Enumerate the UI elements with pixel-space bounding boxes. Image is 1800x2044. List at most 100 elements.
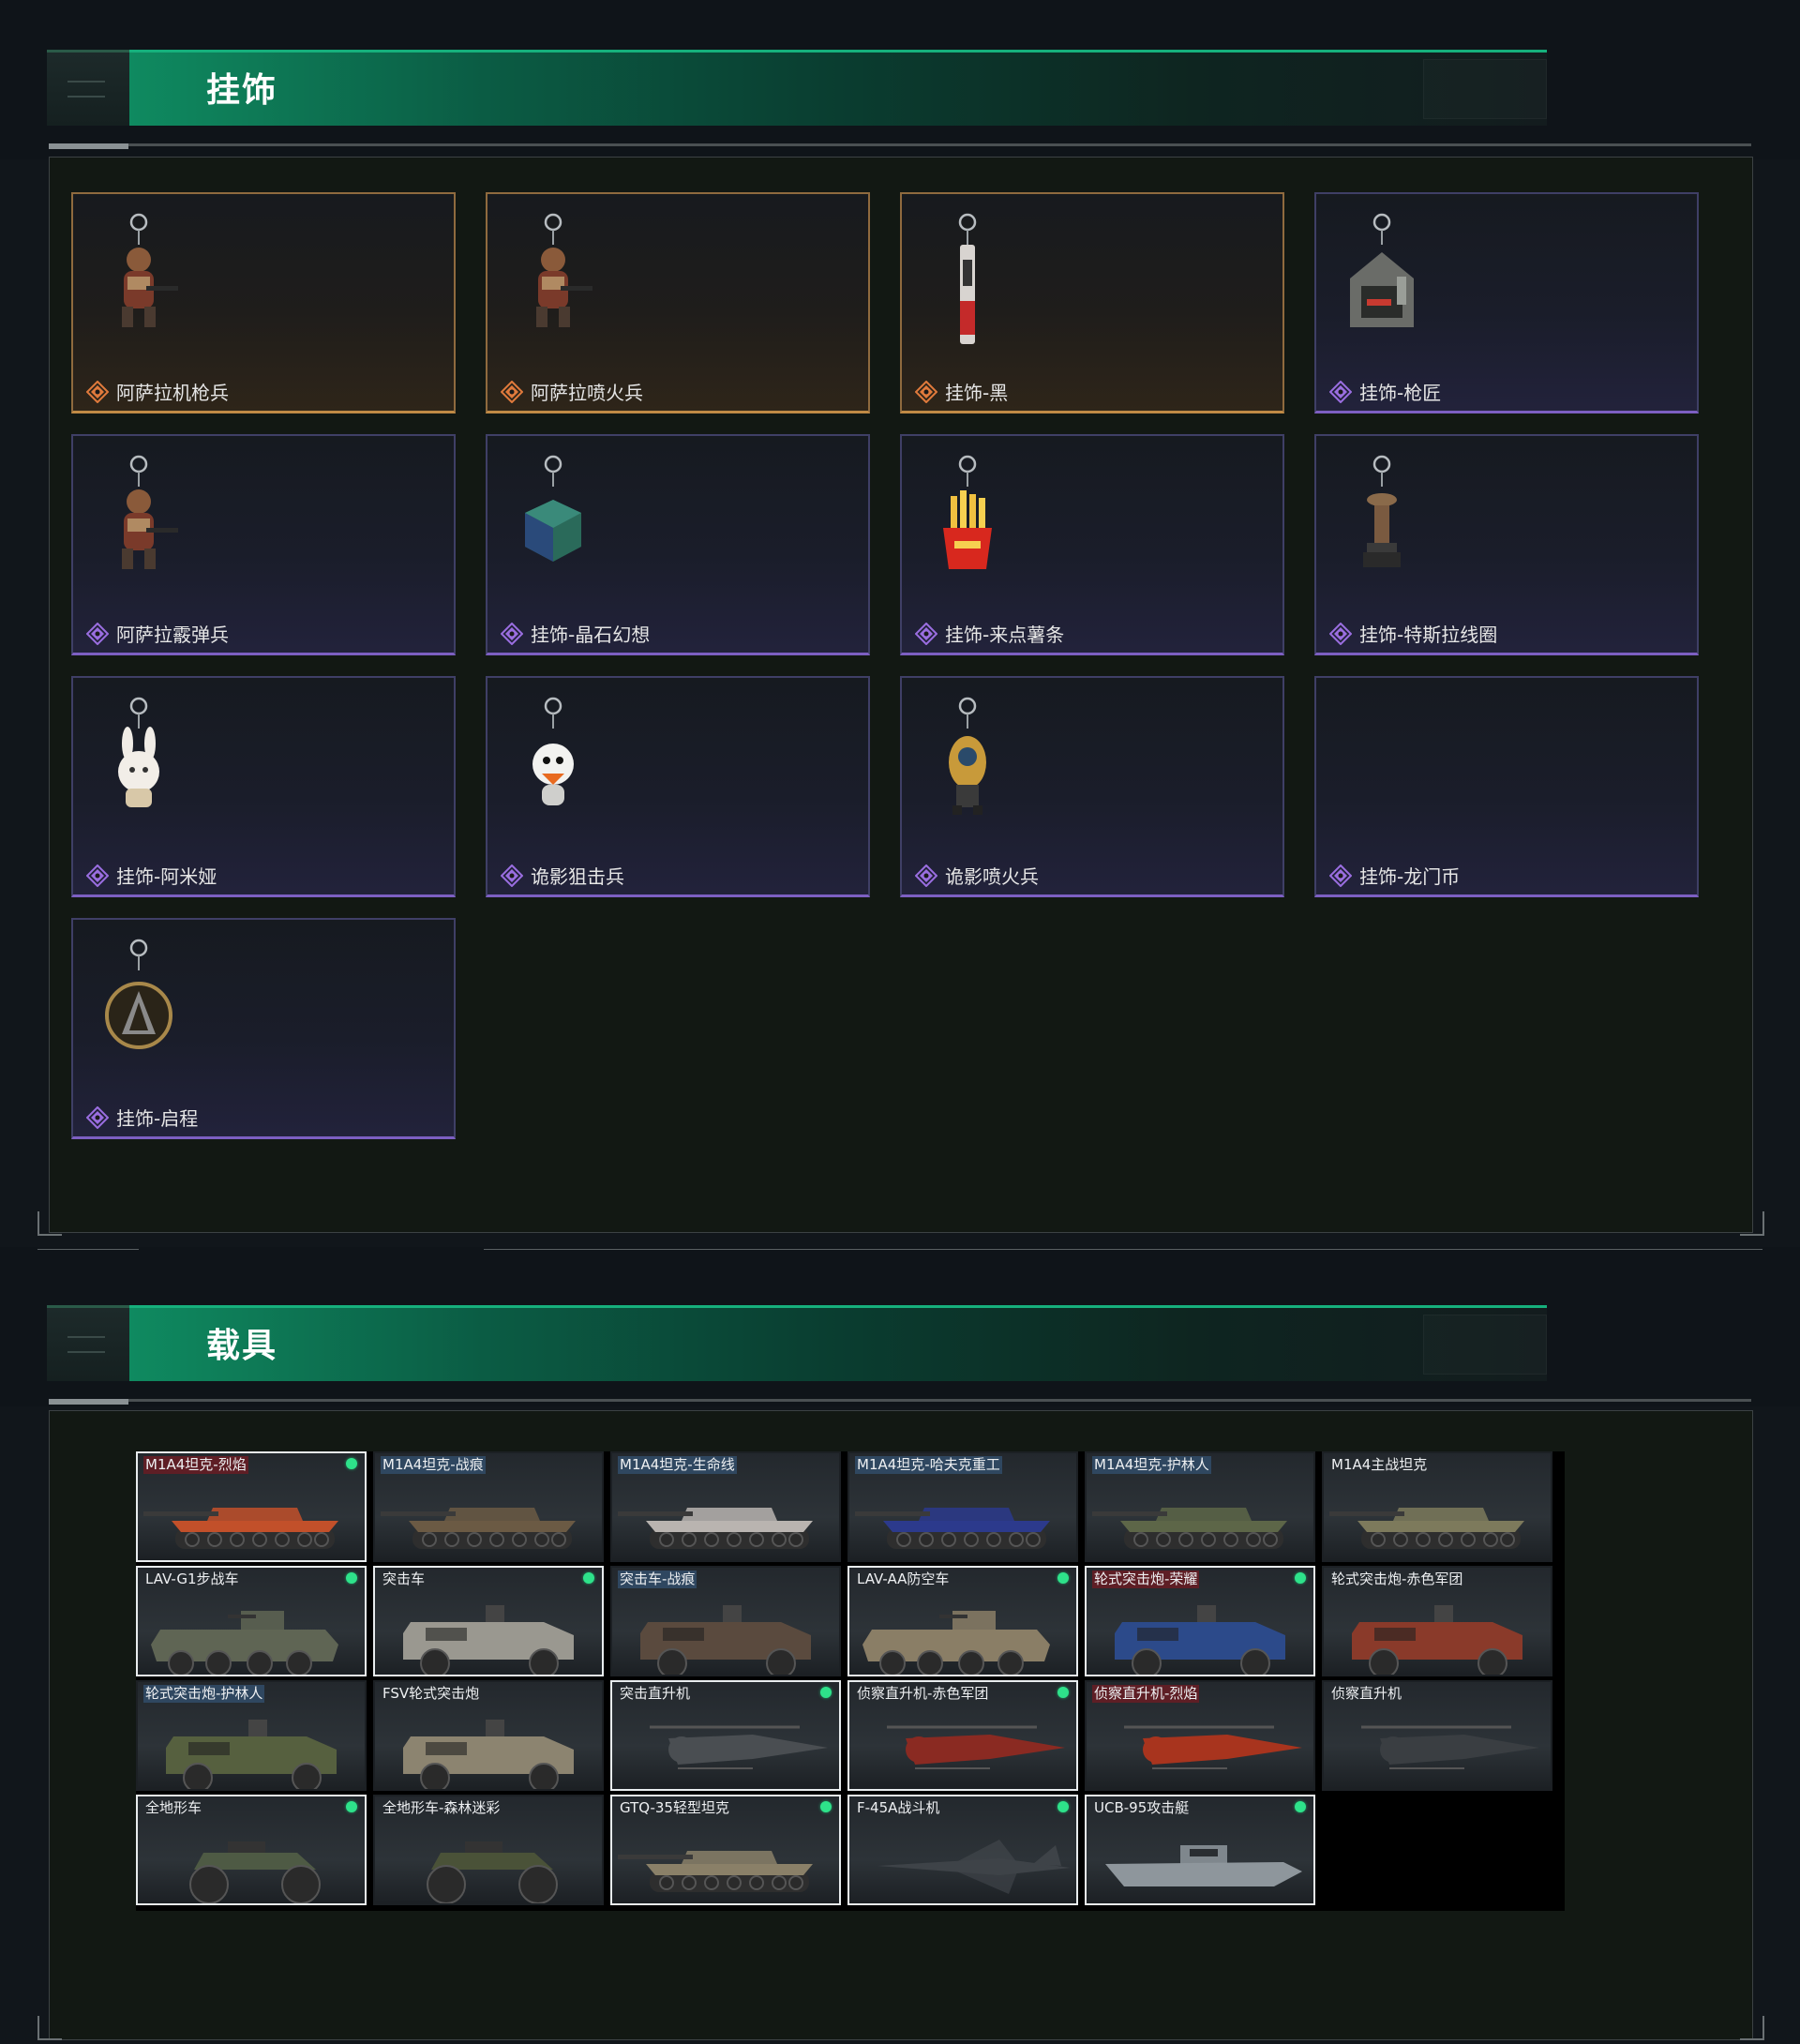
pendant-name: 挂饰-晶石幻想 [531, 624, 651, 646]
pendant-label: 阿萨拉喷火兵 [501, 378, 643, 405]
panel-edge-line [484, 1249, 1762, 1250]
pendant-name: 挂饰-黑 [945, 382, 1009, 404]
soldier-pendant-icon [122, 213, 178, 327]
owned-status-dot [820, 1801, 832, 1812]
rarity-diamond-icon [1329, 380, 1352, 403]
vehicle-name: M1A4坦克-战痕 [381, 1456, 486, 1474]
owned-status-dot [1058, 1801, 1069, 1812]
pendant-card[interactable]: 诡影狙击兵 [486, 676, 870, 897]
owned-status-dot [346, 1572, 357, 1584]
vehicle-card[interactable]: GTQ-35轻型坦克 [610, 1795, 841, 1905]
truck-vehicle-icon [1352, 1605, 1522, 1675]
vehicle-card[interactable]: 突击直升机 [610, 1680, 841, 1791]
section-divider [49, 1399, 1751, 1405]
divider-accent [49, 1399, 128, 1405]
pendant-label: 诡影喷火兵 [915, 862, 1039, 889]
fries-pendant-icon [943, 455, 992, 569]
vehicle-card[interactable]: 突击车-战痕 [610, 1566, 841, 1676]
vehicle-card[interactable]: M1A4坦克-烈焰 [136, 1451, 367, 1562]
panel-corner [38, 1211, 62, 1236]
pendant-card[interactable]: 挂饰-晶石幻想 [486, 434, 870, 655]
vehicle-name: M1A4坦克-烈焰 [143, 1456, 248, 1474]
pendant-card[interactable]: 挂饰-阿米娅 [71, 676, 456, 897]
pendant-card[interactable]: 诡影喷火兵 [900, 676, 1284, 897]
vehicle-card[interactable]: 轮式突击炮-赤色军团 [1322, 1566, 1552, 1676]
pendant-name: 挂饰-龙门币 [1359, 865, 1461, 888]
vehicle-card[interactable]: M1A4主战坦克 [1322, 1451, 1552, 1562]
vehicle-name: 突击车-战痕 [618, 1571, 698, 1588]
pendant-card[interactable]: 挂饰-特斯拉线圈 [1314, 434, 1699, 655]
vehicle-card[interactable]: 轮式突击炮-护林人 [136, 1680, 367, 1791]
vehicle-card[interactable]: 侦察直升机 [1322, 1680, 1552, 1791]
vehicle-card[interactable]: FSV轮式突击炮 [373, 1680, 604, 1791]
vehicle-name: UCB-95攻击艇 [1094, 1799, 1190, 1816]
pendant-name: 挂饰-启程 [116, 1107, 199, 1130]
vehicle-card[interactable]: M1A4坦克-战痕 [373, 1451, 604, 1562]
vehicle-name: 侦察直升机-赤色军团 [857, 1685, 989, 1702]
header-stub [47, 50, 129, 126]
pendant-label: 挂饰-特斯拉线圈 [1329, 620, 1497, 647]
vehicle-card[interactable]: 侦察直升机-烈焰 [1085, 1680, 1315, 1791]
vehicle-card[interactable]: 突击车 [373, 1566, 604, 1676]
rarity-diamond-icon [501, 622, 523, 645]
atv-vehicle-icon [427, 1841, 558, 1903]
rarity-diamond-icon [86, 380, 109, 403]
tank-vehicle-icon [618, 1508, 813, 1549]
pendant-card[interactable]: 阿萨拉霰弹兵 [71, 434, 456, 655]
tank-vehicle-icon [618, 1851, 813, 1892]
pendant-card[interactable]: 挂饰-启程 [71, 918, 456, 1139]
pendant-card[interactable]: 阿萨拉喷火兵 [486, 192, 870, 413]
vehicle-card[interactable]: 轮式突击炮-荣耀 [1085, 1566, 1315, 1676]
pendant-name: 阿萨拉霰弹兵 [116, 624, 229, 646]
boat-vehicle-icon [1105, 1845, 1302, 1886]
rarity-diamond-icon [501, 380, 523, 403]
vehicle-name: 突击车 [382, 1571, 426, 1587]
pendant-label: 挂饰-启程 [86, 1104, 198, 1131]
heli-vehicle-icon [887, 1725, 1065, 1769]
tank-vehicle-icon [1329, 1508, 1524, 1549]
pendant-label: 阿萨拉机枪兵 [86, 378, 229, 405]
vehicle-card[interactable]: F-45A战斗机 [848, 1795, 1078, 1905]
panel-edge-line [38, 1249, 139, 1250]
header-bar [129, 1305, 1547, 1381]
vehicle-card[interactable]: 侦察直升机-赤色军团 [848, 1680, 1078, 1791]
flame-soldier-pendant-icon [949, 697, 986, 815]
pendant-card[interactable]: 挂饰-黑 [900, 192, 1284, 413]
knife-pendant-icon [958, 213, 977, 344]
pendant-card[interactable]: 挂饰-龙门币 [1314, 676, 1699, 897]
rarity-diamond-icon [1329, 622, 1352, 645]
rarity-diamond-icon [915, 380, 938, 403]
atv-vehicle-icon [189, 1841, 321, 1903]
medal-pendant-icon [105, 939, 172, 1049]
vehicle-name: FSV轮式突击炮 [382, 1685, 480, 1702]
vehicle-card[interactable]: LAV-G1步战车 [136, 1566, 367, 1676]
vehicle-card[interactable]: 全地形车-森林迷彩 [373, 1795, 604, 1905]
toolbox-pendant-icon [1350, 213, 1414, 327]
header-decoration [1423, 59, 1547, 119]
pendant-name: 阿萨拉机枪兵 [116, 382, 229, 404]
vehicle-name: F-45A战斗机 [857, 1799, 940, 1816]
pendant-name: 挂饰-枪匠 [1359, 382, 1442, 404]
cube-pendant-icon [525, 455, 581, 562]
vehicle-card[interactable]: 全地形车 [136, 1795, 367, 1905]
pendant-card[interactable]: 阿萨拉机枪兵 [71, 192, 456, 413]
vehicle-card[interactable]: LAV-AA防空车 [848, 1566, 1078, 1676]
pendant-name: 挂饰-来点薯条 [945, 624, 1065, 646]
owned-status-dot [346, 1801, 357, 1812]
coin-pendant-icon [1316, 695, 1448, 835]
pendant-name: 诡影狙击兵 [531, 865, 624, 888]
vehicle-card[interactable]: M1A4坦克-护林人 [1085, 1451, 1315, 1562]
owned-status-dot [1295, 1572, 1306, 1584]
pendant-name: 阿萨拉喷火兵 [531, 382, 643, 404]
section-header-pendants: 挂饰 [47, 50, 1547, 126]
rarity-diamond-icon [501, 864, 523, 887]
heli-vehicle-icon [1124, 1725, 1302, 1769]
owned-status-dot [1295, 1801, 1306, 1812]
section-title: 挂饰 [206, 71, 278, 110]
vehicle-card[interactable]: M1A4坦克-哈夫克重工 [848, 1451, 1078, 1562]
pendant-card[interactable]: 挂饰-来点薯条 [900, 434, 1284, 655]
vehicle-card[interactable]: M1A4坦克-生命线 [610, 1451, 841, 1562]
vehicle-card[interactable]: UCB-95攻击艇 [1085, 1795, 1315, 1905]
pendant-card[interactable]: 挂饰-枪匠 [1314, 192, 1699, 413]
vehicle-name: 轮式突击炮-赤色军团 [1331, 1571, 1463, 1587]
